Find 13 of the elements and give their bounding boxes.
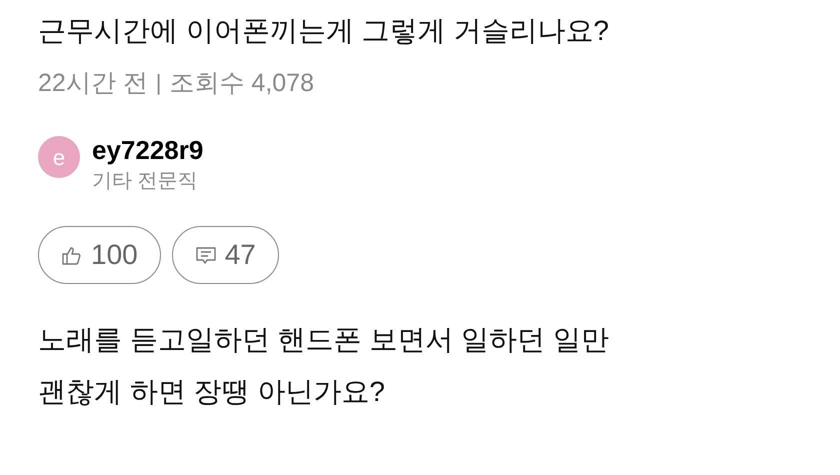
body-text-line: 노래를 듣고일하던 핸드폰 보면서 일하던 일만 [38,323,610,357]
comment-button[interactable]: 47 [172,226,279,284]
author-job: 기타 전문직 [92,169,199,194]
body-text-line: 괜찮게 하면 장땡 아닌가요? [38,375,386,409]
avatar: e [38,136,80,178]
post-title: 근무시간에 이어폰끼는게 그렇게 거슬리나요? [38,14,610,48]
like-button[interactable]: 100 [38,226,161,284]
view-count: 조회수 4,078 [169,68,314,99]
separator: | [156,69,162,97]
thumbs-up-icon [61,244,83,266]
author-name[interactable]: ey7228r9 [92,134,204,166]
comment-icon [194,244,217,266]
post-time: 22시간 전 [38,68,148,99]
